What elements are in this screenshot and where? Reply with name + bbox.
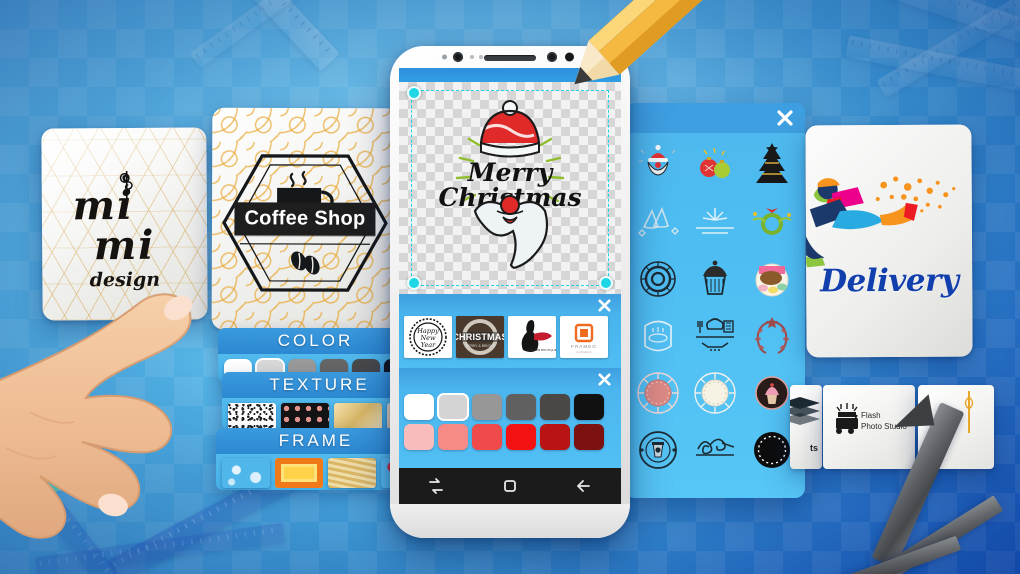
frame-thumb-gold-brush[interactable] — [328, 458, 376, 488]
svg-text:MERRY & BRIGHT: MERRY & BRIGHT — [465, 344, 494, 348]
sticker-mandala-circle-sticker[interactable] — [631, 251, 686, 306]
sticker-needle-thread-divider-sticker[interactable] — [688, 422, 743, 477]
partial-card-label: ts — [809, 443, 818, 453]
card-partial-left[interactable]: ts — [790, 385, 822, 469]
wooden-pencil-icon — [574, 0, 731, 85]
screenshot-stage: mi mi design Coffee Shop COLOR TEXTURE F… — [0, 0, 1020, 574]
android-navigation-bar[interactable] — [399, 468, 621, 504]
phone-color-row-2[interactable] — [399, 420, 621, 450]
sticker-christmas-wreath-bow-sticker[interactable] — [744, 194, 799, 249]
phone-color-swatch[interactable] — [540, 424, 570, 450]
sticker-cupcake-sticker[interactable] — [688, 251, 743, 306]
svg-text:FRAMEO: FRAMEO — [571, 344, 597, 349]
santa-nose — [500, 195, 520, 215]
running-courier-figure-icon — [805, 176, 956, 268]
phone-color-swatch[interactable] — [472, 424, 502, 450]
sticker-jingle-bells-sticker[interactable] — [631, 194, 686, 249]
phone-color-swatch[interactable] — [506, 394, 536, 420]
phone-color-swatch-selected[interactable] — [437, 393, 469, 421]
selection-handle-bottom-right[interactable] — [599, 276, 613, 290]
phone-color-swatch[interactable] — [472, 394, 502, 420]
led-indicator — [470, 55, 474, 59]
phone-bottom-bezel — [390, 504, 630, 538]
selection-handle-top-left[interactable] — [407, 86, 421, 100]
selection-handle-bottom-left[interactable] — [407, 276, 421, 290]
close-x-icon[interactable] — [775, 108, 795, 128]
phone-color-swatch[interactable] — [574, 394, 604, 420]
sticker-ornate-label-sticker[interactable] — [631, 308, 686, 363]
phone-color-panel-header — [399, 368, 621, 390]
home-square-icon[interactable] — [501, 477, 519, 495]
strip-item-happy-new-year[interactable]: Happy New Year — [404, 316, 452, 358]
svg-text:Year: Year — [421, 341, 436, 349]
back-arrow-icon[interactable] — [575, 477, 593, 495]
sticker-food-tray-sticker[interactable] — [744, 251, 799, 306]
phone-color-row-1[interactable] — [399, 390, 621, 421]
strip-item-christmas-wreath[interactable]: CHRISTMAS MERRY & BRIGHT — [456, 316, 504, 358]
sticker-grid[interactable] — [625, 133, 805, 481]
svg-text:CUSTOM BOUTIQUE: CUSTOM BOUTIQUE — [527, 348, 556, 352]
close-x-icon[interactable] — [596, 297, 613, 314]
led-indicator-2 — [479, 55, 483, 59]
delivery-label: Delivery — [820, 262, 959, 300]
phone-color-swatch[interactable] — [438, 424, 468, 450]
phone-color-swatch[interactable] — [540, 394, 570, 420]
strip-item-delish-logo[interactable]: CUSTOM BOUTIQUE — [508, 316, 556, 358]
front-camera — [453, 52, 463, 62]
phone-color-swatch[interactable] — [506, 424, 536, 450]
pointing-hand-illustration — [0, 293, 192, 539]
proximity-sensor — [442, 54, 447, 60]
sticker-chef-utensils-divider-sticker[interactable] — [688, 308, 743, 363]
strip-item-frameo-logo[interactable]: FRAMEO by Platform — [560, 316, 608, 358]
pen-tip-icon — [894, 394, 935, 428]
coffee-beans-icon — [291, 251, 320, 275]
sticker-cream-doily-badge-sticker[interactable] — [688, 365, 743, 420]
recents-icon[interactable] — [427, 477, 445, 495]
sticker-laurel-wreath-sticker[interactable] — [744, 308, 799, 363]
coffee-shop-label: Coffee Shop — [234, 202, 376, 236]
phone-color-panel[interactable] — [399, 368, 621, 468]
sticker-pink-doily-badge-sticker[interactable] — [631, 365, 686, 420]
sticker-strip-header — [399, 294, 621, 316]
sticker-strip-items[interactable]: Happy New Year CHRISTMAS MERRY & BRIGHT — [399, 316, 621, 358]
card-delivery[interactable]: Delivery — [805, 124, 973, 358]
sticker-coffee-cup-badge-sticker[interactable] — [631, 422, 686, 477]
svg-text:CHRISTMAS: CHRISTMAS — [456, 332, 504, 342]
phone-color-swatch[interactable] — [404, 394, 434, 420]
hand-shape — [0, 293, 192, 539]
sticker-black-christmas-tree-sticker[interactable] — [744, 137, 799, 192]
texture-thumb-gold-glitter[interactable] — [334, 403, 382, 430]
stack-of-cards-icon — [790, 397, 820, 425]
svg-text:by Platform: by Platform — [576, 350, 592, 354]
sticker-snowflake-divider-sticker[interactable] — [688, 194, 743, 249]
phone-color-swatch[interactable] — [574, 424, 604, 450]
sticker-strip-panel[interactable]: Happy New Year CHRISTMAS MERRY & BRIGHT — [399, 294, 621, 368]
close-x-icon[interactable] — [596, 371, 613, 388]
phone-color-swatch[interactable] — [404, 424, 434, 450]
flash-camera-icon — [836, 403, 858, 434]
